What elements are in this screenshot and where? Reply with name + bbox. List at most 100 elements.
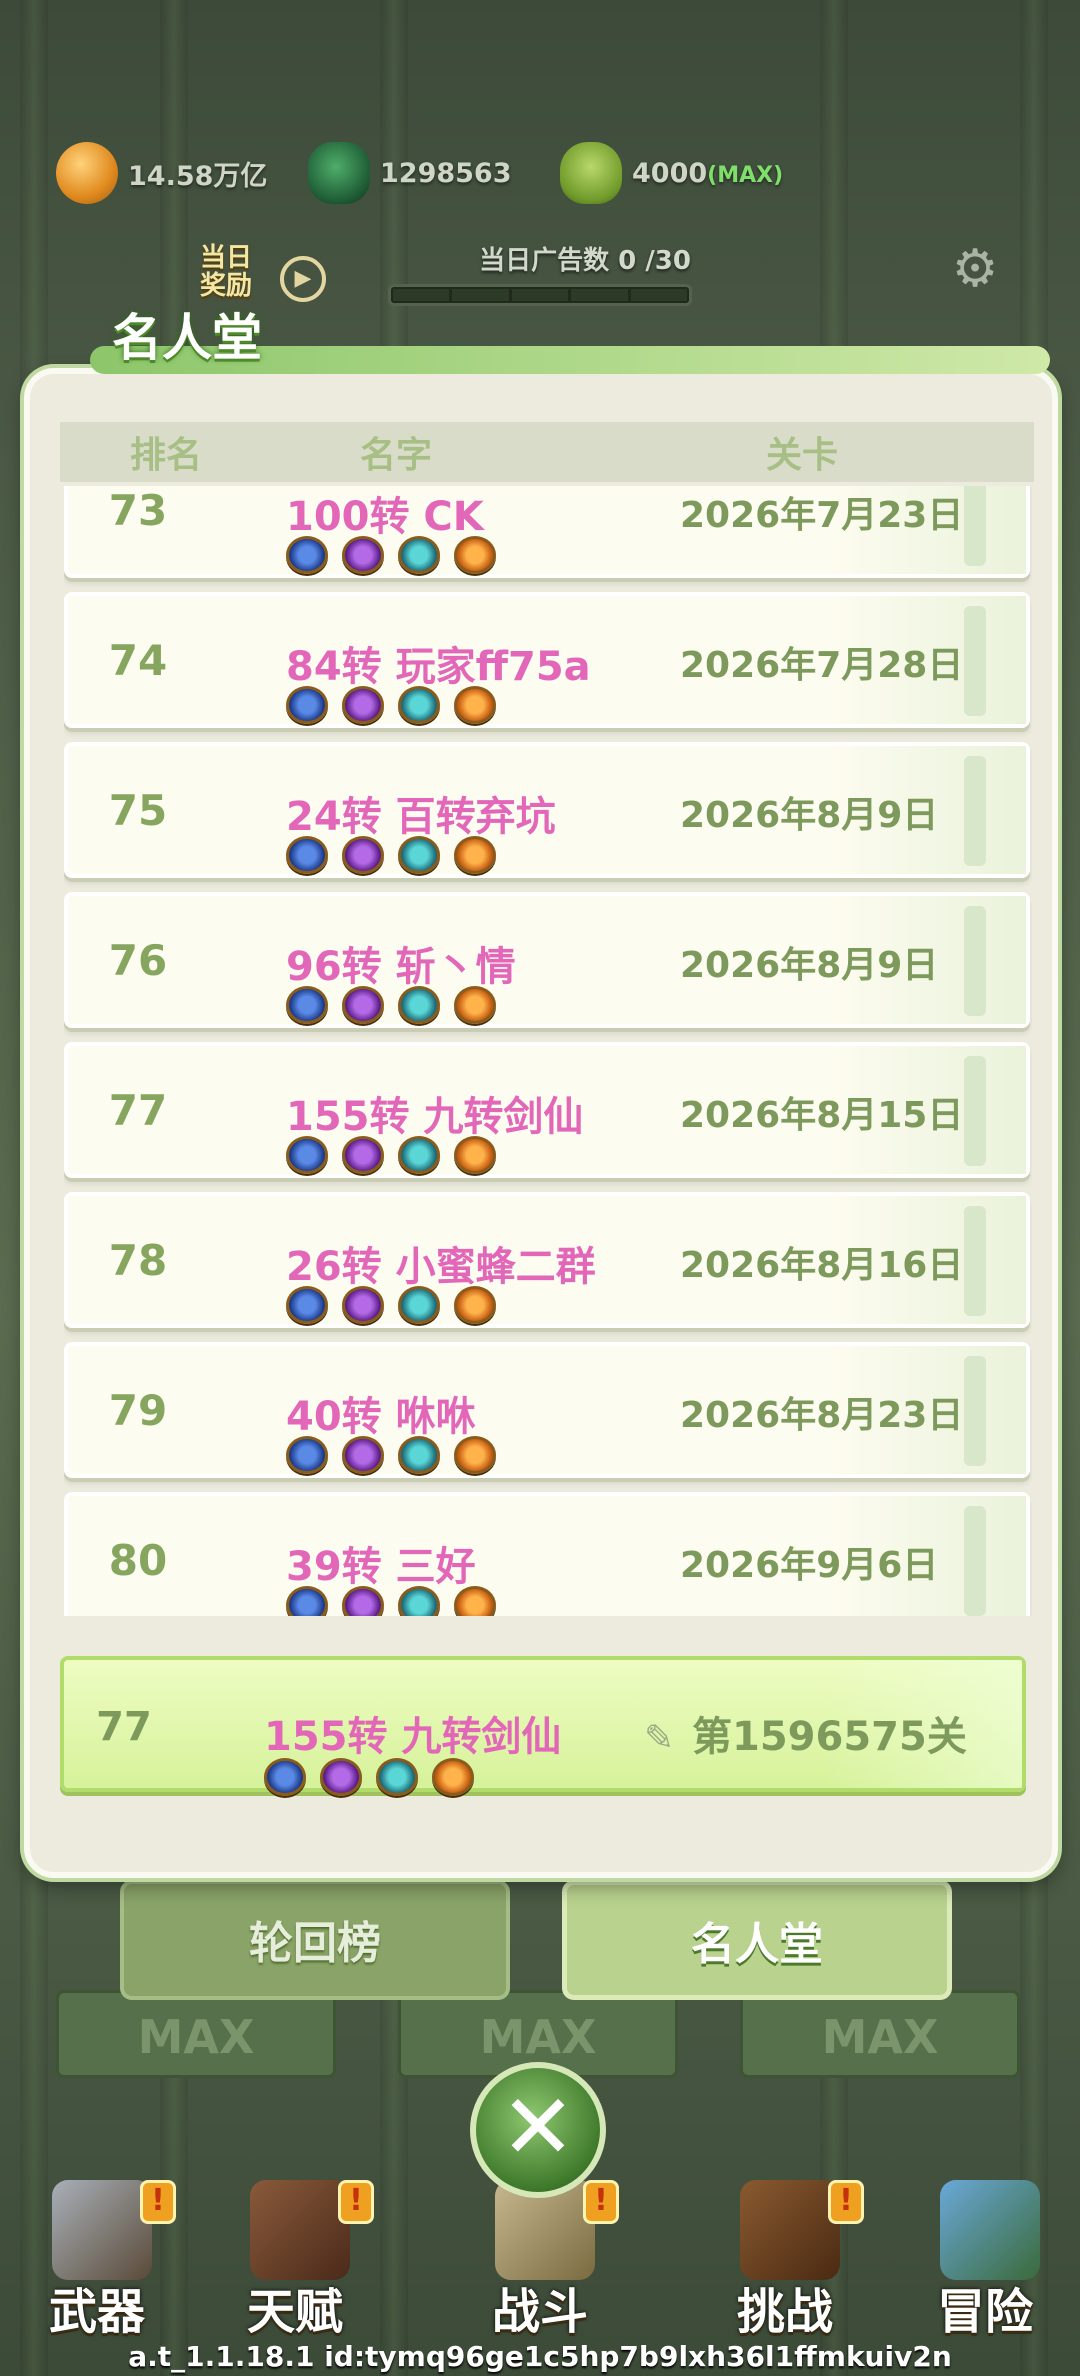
orange-medal-icon bbox=[454, 1286, 496, 1324]
orange-medal-icon bbox=[454, 836, 496, 874]
nav-label: 战斗 bbox=[491, 2284, 588, 2340]
nav-challenge[interactable]: ! 挑战 bbox=[700, 2160, 870, 2340]
medal-group bbox=[286, 1586, 496, 1616]
pencil-icon[interactable]: ✎ bbox=[644, 1718, 688, 1759]
alert-badge: ! bbox=[338, 2180, 374, 2224]
purple-medal-icon bbox=[342, 536, 384, 574]
blue-medal-icon bbox=[286, 1436, 328, 1474]
row-name: 84转 玩家ff75a bbox=[286, 644, 591, 690]
row-name: 26转 小蜜蜂二群 bbox=[286, 1244, 596, 1290]
medal-group bbox=[286, 1436, 496, 1474]
table-header: 排名 名字 关卡 bbox=[60, 422, 1034, 482]
purple-medal-icon bbox=[342, 1436, 384, 1474]
nav-talent[interactable]: ! 天赋 bbox=[210, 2160, 380, 2340]
nav-label: 冒险 bbox=[936, 2284, 1033, 2340]
medal-group bbox=[264, 1758, 474, 1796]
cyan-medal-icon bbox=[398, 686, 440, 724]
purple-medal-icon bbox=[342, 986, 384, 1024]
play-icon: ▶ bbox=[280, 256, 326, 302]
row-date: 2026年8月23日 bbox=[680, 1395, 964, 1436]
medal-group bbox=[286, 686, 496, 724]
orange-medal-icon bbox=[454, 1136, 496, 1174]
nav-label: 挑战 bbox=[736, 2284, 833, 2340]
cyan-medal-icon bbox=[398, 536, 440, 574]
modal-title: 名人堂 bbox=[112, 309, 262, 367]
orange-medal-icon bbox=[454, 986, 496, 1024]
cyan-medal-icon bbox=[398, 986, 440, 1024]
my-level-text: 第1596575关 bbox=[692, 1714, 967, 1760]
my-level: ✎ 第1596575关 bbox=[644, 1704, 967, 1762]
leaf-resource: 4000(MAX) bbox=[560, 140, 783, 206]
ad-progress-bar bbox=[388, 284, 692, 306]
nav-label: 武器 bbox=[48, 2284, 145, 2340]
purple-medal-icon bbox=[342, 1136, 384, 1174]
row-date: 2026年9月6日 bbox=[680, 1545, 939, 1586]
ranking-list[interactable]: 73 100转 CK 2026年7月23日 74 84转 玩家ff75a 2026年7月2… bbox=[64, 486, 1032, 1616]
alert-badge: ! bbox=[140, 2180, 176, 2224]
tab-reincarnation[interactable]: 轮回榜 bbox=[120, 1880, 510, 2000]
purple-medal-icon bbox=[342, 686, 384, 724]
blue-medal-icon bbox=[286, 1586, 328, 1616]
orange-medal-icon bbox=[454, 536, 496, 574]
blue-medal-icon bbox=[286, 836, 328, 874]
my-name: 155转 九转剑仙 bbox=[264, 1714, 562, 1760]
table-row: 78 26转 小蜜蜂二群 2026年8月16日 bbox=[64, 1192, 1030, 1328]
row-name: 96转 斩丶情 bbox=[286, 944, 516, 990]
row-rank: 74 bbox=[108, 636, 168, 685]
table-row: 77 155转 九转剑仙 2026年8月15日 bbox=[64, 1042, 1030, 1178]
blue-medal-icon bbox=[286, 1286, 328, 1324]
header-rank: 排名 bbox=[130, 435, 203, 476]
medal-group bbox=[286, 1286, 496, 1324]
alert-badge: ! bbox=[828, 2180, 864, 2224]
row-date: 2026年8月16日 bbox=[680, 1245, 964, 1286]
row-name: 40转 咻咻 bbox=[286, 1394, 476, 1440]
ad-count-label: 当日广告数 0 /30 bbox=[479, 246, 691, 276]
header-name: 名字 bbox=[360, 435, 433, 476]
row-rank: 80 bbox=[108, 1536, 168, 1585]
egg-icon bbox=[308, 142, 370, 204]
my-rank: 77 bbox=[96, 1704, 152, 1750]
nav-adventure[interactable]: 冒险 bbox=[900, 2160, 1070, 2340]
stump-icon bbox=[740, 2180, 840, 2280]
coin-resource: 14.58万亿 bbox=[56, 140, 267, 206]
alert-badge: ! bbox=[583, 2180, 619, 2224]
row-name: 100转 CK bbox=[286, 494, 484, 540]
table-row: 73 100转 CK 2026年7月23日 bbox=[64, 486, 1030, 578]
blue-medal-icon bbox=[286, 536, 328, 574]
cyan-medal-icon bbox=[398, 1586, 440, 1616]
daily-reward-label: 当日 奖励 bbox=[200, 243, 253, 301]
medal-group bbox=[286, 986, 496, 1024]
close-icon[interactable]: ✕ bbox=[470, 2062, 606, 2198]
table-row: 79 40转 咻咻 2026年8月23日 bbox=[64, 1342, 1030, 1478]
blue-medal-icon bbox=[286, 1136, 328, 1174]
row-rank: 76 bbox=[108, 936, 168, 985]
row-rank: 73 bbox=[108, 486, 168, 535]
table-row: 80 39转 三好 2026年9月6日 bbox=[64, 1492, 1030, 1616]
orange-medal-icon bbox=[432, 1758, 474, 1796]
orange-medal-icon bbox=[454, 1586, 496, 1616]
gear-icon[interactable]: ⚙ bbox=[948, 242, 1002, 296]
cyan-medal-icon bbox=[398, 836, 440, 874]
orange-medal-icon bbox=[454, 686, 496, 724]
row-name: 39转 三好 bbox=[286, 1544, 476, 1590]
row-rank: 75 bbox=[108, 786, 168, 835]
leaf-icon bbox=[560, 142, 622, 204]
coin-value: 14.58万亿 bbox=[128, 160, 268, 192]
nav-weapon[interactable]: ! 武器 bbox=[12, 2160, 182, 2340]
cyan-medal-icon bbox=[398, 1436, 440, 1474]
egg-value: 1298563 bbox=[380, 157, 512, 189]
axe-icon bbox=[52, 2180, 152, 2280]
tab-hall-of-fame[interactable]: 名人堂 bbox=[562, 1880, 952, 2000]
row-date: 2026年8月15日 bbox=[680, 1095, 964, 1136]
egg-resource: 1298563 bbox=[308, 140, 512, 206]
medal-group bbox=[286, 536, 496, 574]
cyan-medal-icon bbox=[398, 1286, 440, 1324]
build-id-footer: a.t_1.1.18.1 id:tymq96ge1c5hp7b9lxh36l1f… bbox=[128, 2340, 952, 2373]
coin-icon bbox=[56, 142, 118, 204]
cyan-medal-icon bbox=[376, 1758, 418, 1796]
row-date: 2026年8月9日 bbox=[680, 945, 939, 986]
row-date: 2026年7月23日 bbox=[680, 495, 964, 536]
blue-medal-icon bbox=[264, 1758, 306, 1796]
map-icon bbox=[940, 2180, 1040, 2280]
header-level: 关卡 bbox=[766, 435, 839, 476]
